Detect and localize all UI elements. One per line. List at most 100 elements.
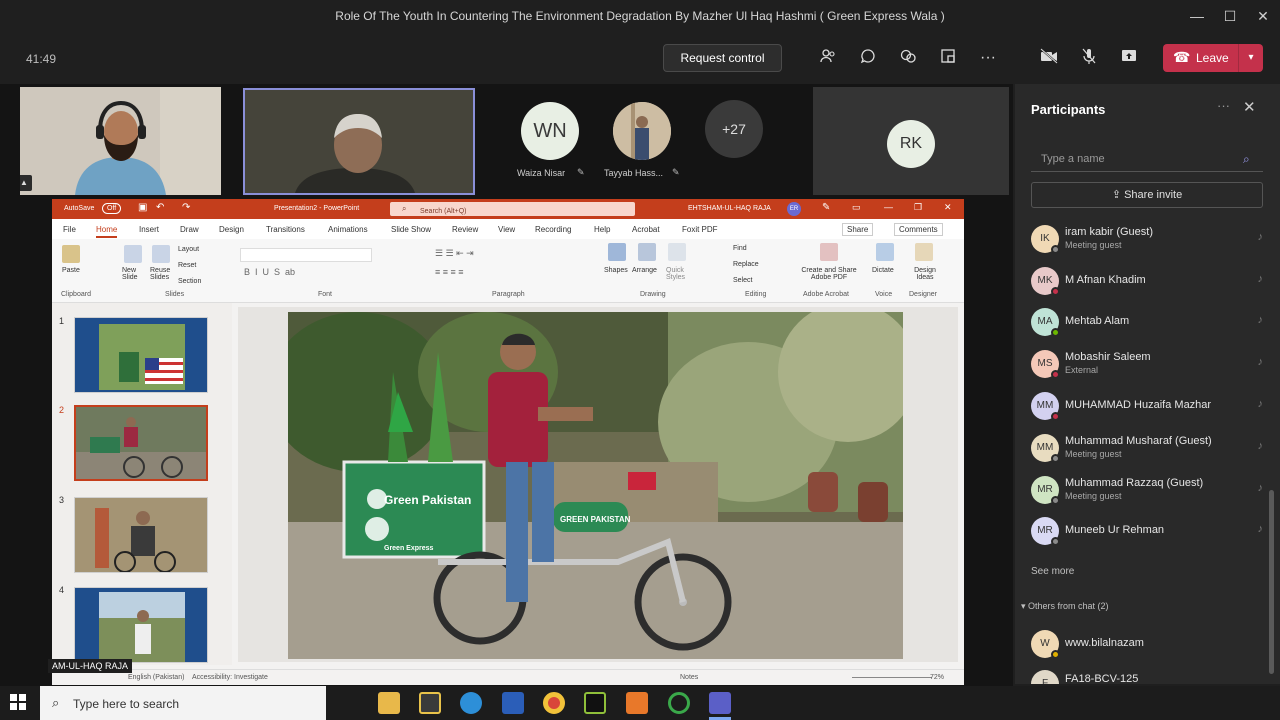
tab-view[interactable]: View — [498, 225, 515, 234]
close-window-button[interactable]: ✕ — [1248, 6, 1278, 26]
arrange-icon[interactable] — [638, 243, 656, 261]
share-screen-icon[interactable] — [1118, 47, 1140, 69]
file-explorer-icon[interactable] — [378, 692, 400, 714]
participant-search-input[interactable]: Type a name — [1031, 146, 1263, 172]
zoom-level[interactable]: 72% — [930, 674, 944, 681]
teams-icon[interactable] — [709, 692, 731, 714]
participant-row[interactable]: MR Muneeb Ur Rehman ♪ — [1031, 513, 1263, 549]
windows-start-icon[interactable] — [10, 694, 28, 712]
ribbon-display-icon[interactable]: ▭ — [852, 202, 861, 213]
find-button[interactable]: Find — [733, 245, 747, 252]
close-panel-icon[interactable]: ✕ — [1243, 98, 1256, 116]
tab-transitions[interactable]: Transitions — [266, 225, 305, 234]
tab-foxit-pdf[interactable]: Foxit PDF — [682, 225, 718, 234]
people-icon[interactable] — [817, 47, 839, 69]
slide-thumbnail-3[interactable] — [74, 497, 208, 573]
video-tile-speaker[interactable] — [243, 88, 475, 195]
edge-icon[interactable] — [460, 692, 482, 714]
maximize-button[interactable]: ☐ — [1215, 6, 1245, 26]
new-slide-icon[interactable] — [124, 245, 142, 263]
tab-design[interactable]: Design — [219, 225, 244, 234]
panel-scrollbar[interactable] — [1269, 490, 1274, 674]
participant-row[interactable]: IK iram kabir (Guest) Meeting guest ♪ — [1031, 221, 1263, 257]
chrome-icon[interactable] — [543, 692, 565, 714]
save-icon[interactable]: ▣ — [138, 202, 147, 213]
rooms-icon[interactable] — [937, 47, 959, 69]
chevron-down-icon[interactable]: ▾ — [1238, 44, 1263, 72]
tab-help[interactable]: Help — [594, 225, 610, 234]
mic-off-icon[interactable] — [1078, 47, 1100, 69]
store-icon[interactable] — [419, 692, 441, 714]
tab-slide-show[interactable]: Slide Show — [391, 225, 431, 234]
participant-row[interactable]: MA Mehtab Alam ♪ — [1031, 304, 1263, 340]
reuse-slides-icon[interactable] — [152, 245, 170, 263]
tab-home[interactable]: Home — [96, 225, 118, 238]
ppt-minimize-button[interactable]: — — [884, 202, 893, 212]
camera-off-icon[interactable] — [1038, 47, 1060, 69]
paragraph-icons[interactable]: ☰ ☰ ⇤ ⇥ — [435, 248, 474, 259]
ppt-user-avatar[interactable]: ER — [787, 202, 801, 216]
overflow-participants[interactable]: +27 — [705, 100, 763, 158]
ppt-comments-button[interactable]: Comments — [894, 223, 943, 236]
zoom-slider[interactable] — [852, 677, 932, 678]
minimize-button[interactable]: — — [1182, 6, 1212, 26]
participant-row[interactable]: MM Muhammad Musharaf (Guest) Meeting gue… — [1031, 430, 1263, 466]
tab-review[interactable]: Review — [452, 225, 478, 234]
participant-row[interactable]: MR Muhammad Razzaq (Guest) Meeting guest… — [1031, 472, 1263, 508]
accessibility-status[interactable]: Accessibility: Investigate — [192, 674, 268, 681]
pin-icon[interactable]: ▲ — [20, 175, 32, 191]
slide-thumbnail-4[interactable] — [74, 587, 208, 663]
participant-row[interactable]: MM MUHAMMAD Huzaifa Mazhar ♪ — [1031, 388, 1263, 424]
autosave-toggle[interactable]: Off — [102, 203, 122, 214]
redo-icon[interactable]: ↷ — [182, 202, 190, 213]
word-icon[interactable] — [502, 692, 524, 714]
notes-button[interactable]: Notes — [680, 674, 698, 681]
ppt-close-button[interactable]: ✕ — [944, 202, 952, 213]
slide-thumbnail-2[interactable] — [74, 405, 208, 481]
chat-participant-row[interactable]: F FA18-BCV-125 — [1031, 666, 1263, 684]
sync-icon[interactable] — [668, 692, 690, 714]
reactions-icon[interactable] — [897, 47, 919, 69]
font-format-icons[interactable]: B I U S ab — [244, 267, 295, 277]
terminal-icon[interactable] — [584, 692, 606, 714]
reset-button[interactable]: Reset — [178, 262, 196, 269]
tab-recording[interactable]: Recording — [535, 225, 571, 234]
more-actions-icon[interactable]: ··· — [977, 47, 999, 69]
current-slide[interactable]: Green Pakistan Green Express GREEN PAKIS… — [288, 312, 903, 659]
tab-file[interactable]: File — [63, 225, 76, 234]
app-icon[interactable] — [626, 692, 648, 714]
quick-styles-icon[interactable] — [668, 243, 686, 261]
ppt-search-box[interactable]: ⌕ Search (Alt+Q) — [390, 202, 635, 216]
tab-animations[interactable]: Animations — [328, 225, 368, 234]
leave-button[interactable]: ☎ Leave ▾ — [1163, 44, 1263, 72]
font-name-box[interactable] — [240, 248, 372, 262]
chat-icon[interactable] — [857, 47, 879, 69]
paste-icon[interactable] — [62, 245, 80, 263]
more-options-icon[interactable]: ··· — [1217, 98, 1230, 113]
video-tile-rk[interactable]: RK — [813, 87, 1009, 195]
dictate-icon[interactable] — [876, 243, 894, 261]
replace-button[interactable]: Replace — [733, 261, 759, 268]
select-button[interactable]: Select — [733, 277, 752, 284]
participant-row[interactable]: MK M Afnan Khadim ♪ — [1031, 263, 1263, 299]
align-icons[interactable]: ≡ ≡ ≡ ≡ — [435, 267, 464, 277]
pen-icon[interactable]: ✎ — [822, 202, 830, 213]
tab-draw[interactable]: Draw — [180, 225, 199, 234]
section-button[interactable]: Section — [178, 278, 201, 285]
design-ideas-icon[interactable] — [915, 243, 933, 261]
language-status[interactable]: English (Pakistan) — [128, 674, 184, 681]
participant-row[interactable]: MS Mobashir Saleem External ♪ — [1031, 346, 1263, 382]
tab-acrobat[interactable]: Acrobat — [632, 225, 660, 234]
shapes-icon[interactable] — [608, 243, 626, 261]
ppt-maximize-button[interactable]: ❐ — [914, 202, 922, 213]
see-more-link[interactable]: See more — [1031, 566, 1074, 577]
request-control-button[interactable]: Request control — [663, 44, 782, 72]
taskbar-search-box[interactable]: ⌕ Type here to search — [40, 686, 326, 720]
adobe-pdf-icon[interactable] — [820, 243, 838, 261]
layout-button[interactable]: Layout — [178, 246, 199, 253]
avatar-wn[interactable]: WN — [521, 102, 579, 160]
others-from-chat-header[interactable]: ▾ Others from chat (2) — [1021, 601, 1109, 612]
ppt-share-button[interactable]: Share — [842, 223, 874, 236]
undo-icon[interactable]: ↶ — [156, 202, 164, 213]
chat-participant-row[interactable]: W www.bilalnazam — [1031, 626, 1263, 662]
